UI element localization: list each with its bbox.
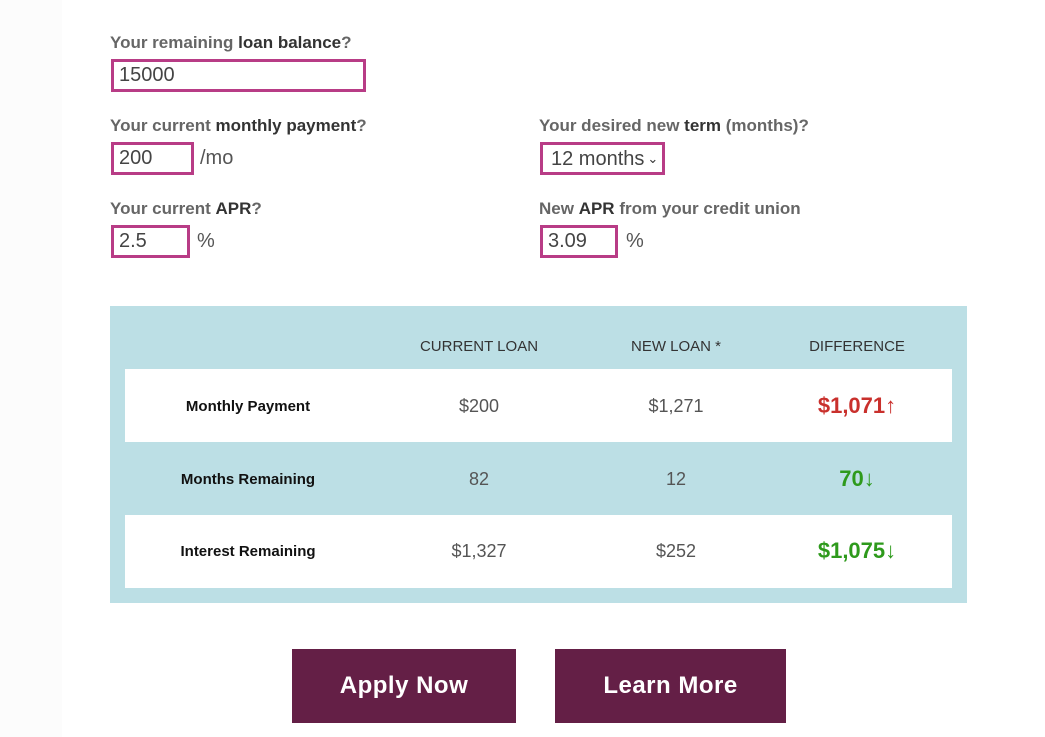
arrow-down-icon: ↓ — [885, 538, 897, 563]
arrow-up-icon: ↑ — [885, 393, 897, 418]
monthly-payment-label: Your current monthly payment? — [110, 116, 367, 136]
loan-balance-input[interactable] — [111, 59, 366, 92]
chevron-down-icon: ⌄ — [647, 151, 659, 166]
new-term-label-pre: Your desired new — [539, 116, 685, 135]
loan-calculator-page: Your remaining loan balance? Your curren… — [0, 0, 1045, 737]
new-monthly-payment: $1,271 — [648, 396, 704, 416]
header-difference: DIFFERENCE — [809, 338, 905, 355]
current-apr-label: Your current APR? — [110, 199, 262, 219]
row-label-interest-remaining: Interest Remaining — [180, 543, 316, 560]
monthly-payment-label-post: ? — [356, 116, 367, 135]
monthly-payment-input[interactable] — [111, 142, 194, 175]
new-term-label-post: (months)? — [721, 116, 809, 135]
difference-months-remaining-value: 70 — [839, 466, 864, 491]
new-interest-remaining: $252 — [655, 541, 697, 561]
header-new-loan: NEW LOAN * — [630, 338, 721, 355]
loan-balance-label-bold: loan balance — [238, 33, 342, 52]
new-apr-label-pre: New — [539, 199, 579, 218]
current-apr-percent-unit: % — [197, 230, 215, 252]
row-label-months-remaining: Months Remaining — [180, 471, 316, 488]
current-monthly-payment: $200 — [458, 396, 500, 416]
per-month-unit: /mo — [200, 147, 234, 169]
new-term-label: Your desired new term (months)? — [539, 116, 809, 136]
monthly-payment-label-bold: monthly payment — [215, 116, 357, 135]
new-apr-input[interactable] — [540, 225, 618, 258]
new-apr-label-bold: APR — [578, 199, 615, 218]
current-apr-label-bold: APR — [215, 199, 252, 218]
arrow-down-icon: ↓ — [863, 466, 875, 491]
new-apr-percent-unit: % — [626, 230, 644, 252]
new-apr-label: New APR from your credit union — [539, 199, 801, 219]
current-apr-label-post: ? — [251, 199, 262, 218]
left-gutter — [0, 0, 62, 737]
difference-monthly-payment-value: $1,071 — [817, 393, 886, 418]
new-months-remaining: 12 — [665, 469, 687, 489]
loan-balance-label: Your remaining loan balance? — [110, 33, 352, 53]
difference-interest-remaining: $1,075↓ — [757, 538, 957, 564]
new-term-label-bold: term — [684, 116, 722, 135]
apply-now-button[interactable]: Apply Now — [292, 649, 516, 723]
current-months-remaining: 82 — [468, 469, 490, 489]
row-label-monthly-payment: Monthly Payment — [185, 398, 311, 415]
current-apr-label-pre: Your current — [110, 199, 216, 218]
difference-months-remaining: 70↓ — [757, 466, 957, 492]
loan-balance-label-pre: Your remaining — [110, 33, 239, 52]
current-interest-remaining: $1,327 — [451, 541, 507, 561]
difference-monthly-payment: $1,071↑ — [757, 393, 957, 419]
monthly-payment-label-pre: Your current — [110, 116, 216, 135]
new-apr-label-post: from your credit union — [614, 199, 801, 218]
term-select[interactable]: 12 months ⌄ — [540, 142, 665, 175]
loan-balance-label-post: ? — [341, 33, 352, 52]
difference-interest-remaining-value: $1,075 — [817, 538, 886, 563]
current-apr-input[interactable] — [111, 225, 190, 258]
header-current-loan: CURRENT LOAN — [419, 338, 539, 355]
learn-more-button[interactable]: Learn More — [555, 649, 786, 723]
term-select-value: 12 months — [551, 148, 645, 170]
